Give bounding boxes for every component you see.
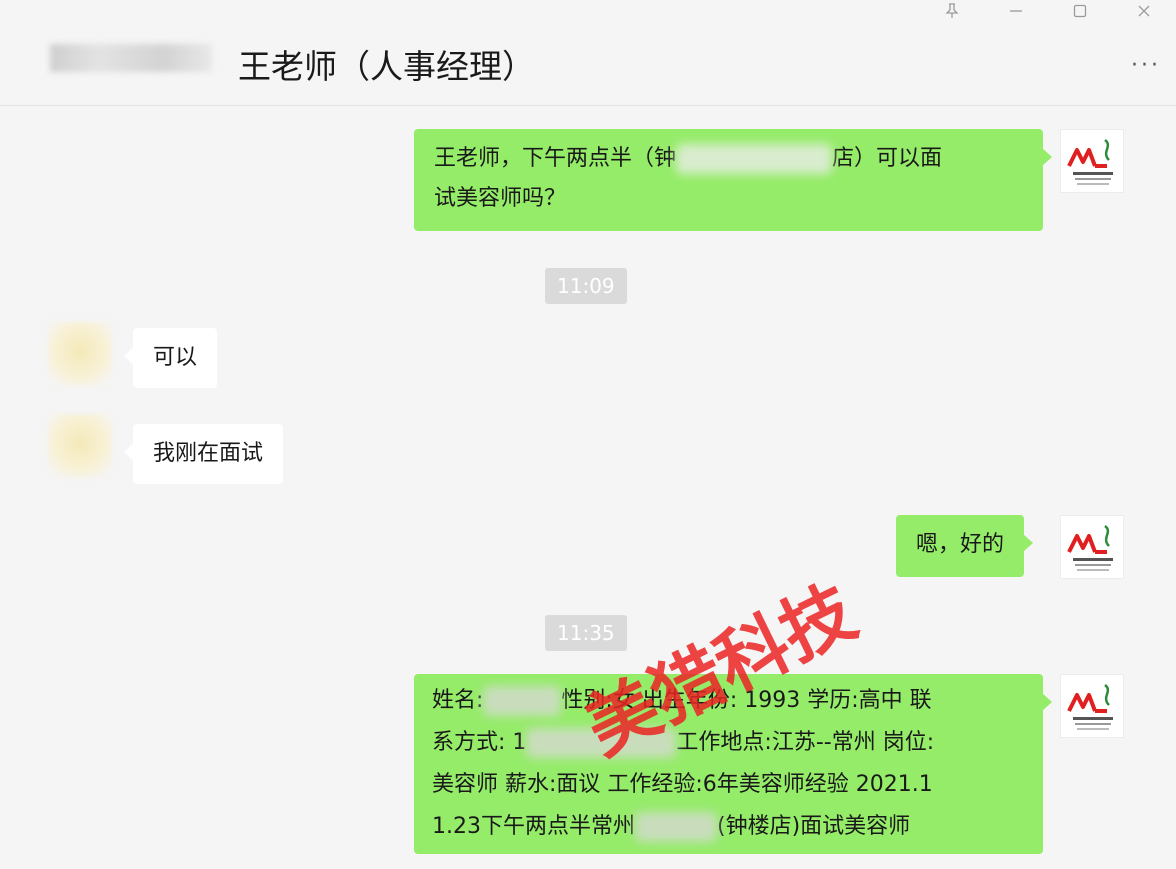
window-controls [920, 0, 1176, 22]
message-bubble-outgoing[interactable]: 王老师，下午两点半（钟 店）可以面 试美容师吗？ [414, 129, 1052, 231]
ml-logo-icon [1067, 684, 1113, 730]
message-text: 美容师 薪水:面议 工作经验:6年美容师经验 2021.1 [432, 772, 933, 797]
maximize-icon[interactable] [1048, 0, 1112, 22]
redacted-text [676, 144, 833, 174]
message-timestamp: 11:09 [545, 268, 627, 304]
self-avatar[interactable] [1060, 674, 1124, 738]
message-text: 我刚在面试 [153, 441, 264, 466]
contact-avatar[interactable] [48, 414, 112, 478]
message-text: 姓名: [432, 688, 484, 713]
message-text: 可以 [153, 345, 198, 370]
message-text: 嗯，好的 [916, 532, 1005, 557]
message-text: (钟楼店)面试美容师 [717, 814, 911, 839]
minimize-icon[interactable] [984, 0, 1048, 22]
chat-title: 王老师（人事经理） [238, 47, 535, 86]
pin-icon[interactable] [920, 0, 984, 22]
message-text: 系方式: 1 [432, 730, 527, 755]
chat-header: 王老师（人事经理） ··· [0, 0, 1176, 106]
self-avatar[interactable] [1060, 129, 1124, 193]
message-timestamp: 11:35 [545, 615, 627, 651]
message-text: 工作地点:江苏--常州 岗位: [676, 730, 935, 755]
message-text: 1.23下午两点半常州 [432, 814, 635, 839]
message-text: 店）可以面 [832, 146, 943, 171]
redacted-text [483, 686, 562, 716]
more-options-button[interactable]: ··· [1126, 50, 1166, 80]
message-bubble-outgoing[interactable]: 嗯，好的 [896, 515, 1034, 577]
ml-logo-icon [1067, 139, 1113, 185]
self-avatar[interactable] [1060, 515, 1124, 579]
message-text: 试美容师吗？ [434, 186, 567, 211]
redacted-text [526, 728, 677, 758]
contact-avatar[interactable] [48, 322, 112, 386]
redacted-text [635, 812, 717, 842]
redacted-contact-name [50, 44, 212, 72]
message-text: 性别:女 出生年份: 1993 学历:高中 联 [561, 688, 932, 713]
message-bubble-incoming[interactable]: 可以 [123, 328, 218, 388]
message-bubble-outgoing[interactable]: 姓名: 性别:女 出生年份: 1993 学历:高中 联 系方式: 1 工作地点:江苏… [414, 674, 1052, 854]
message-text: 王老师，下午两点半（钟 [434, 146, 677, 171]
close-icon[interactable] [1112, 0, 1176, 22]
message-bubble-incoming[interactable]: 我刚在面试 [123, 424, 284, 484]
ml-logo-icon [1067, 525, 1113, 571]
